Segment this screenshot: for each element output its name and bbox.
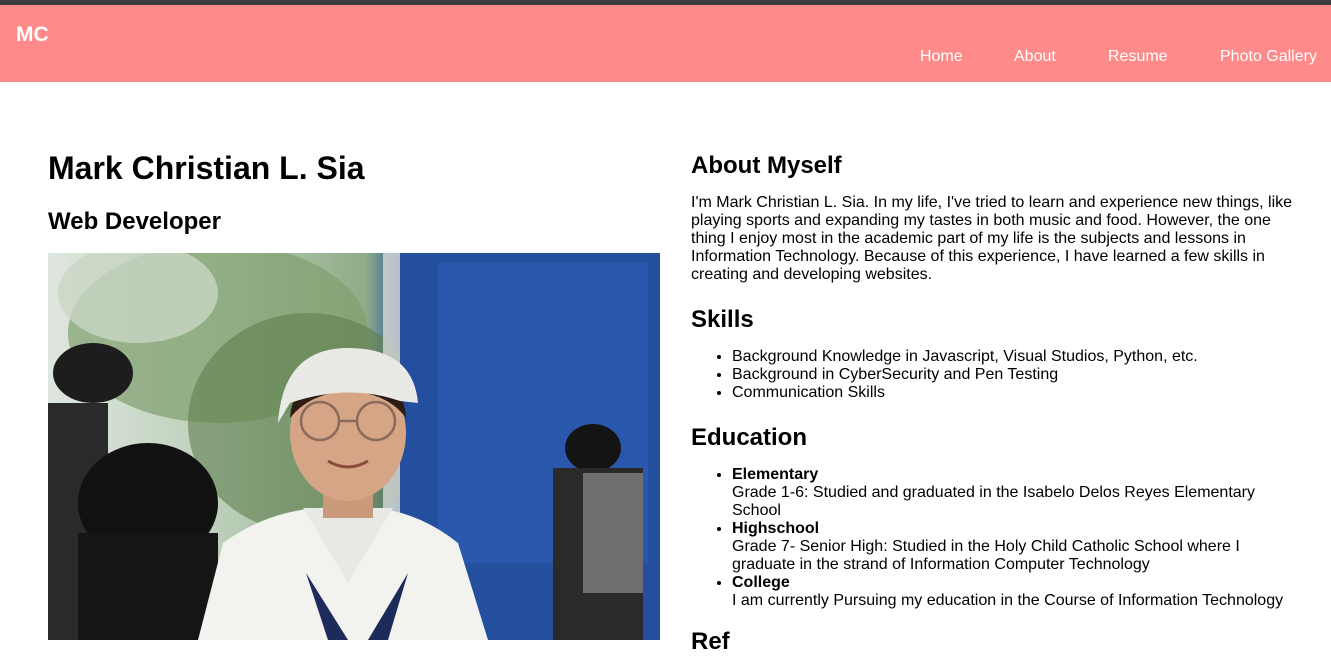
education-item: College I am currently Pursuing my educa… (732, 574, 1301, 610)
education-level: College (732, 574, 790, 591)
education-detail: I am currently Pursuing my education in … (732, 592, 1284, 609)
skill-item: Communication Skills (732, 384, 1198, 402)
profile-name: Mark Christian L. Sia (48, 150, 365, 186)
navbar: MC Home About Resume Photo Gallery (0, 5, 1331, 82)
education-list: Elementary Grade 1-6: Studied and gradua… (691, 466, 1301, 610)
nav-link-home[interactable]: Home (920, 48, 963, 66)
skill-item: Background in CyberSecurity and Pen Test… (732, 366, 1198, 384)
skills-title: Skills (691, 306, 754, 333)
education-detail: Grade 1-6: Studied and graduated in the … (732, 484, 1255, 519)
site-logo[interactable]: MC (16, 23, 49, 47)
education-item: Elementary Grade 1-6: Studied and gradua… (732, 466, 1301, 520)
next-section-title: Ref (691, 628, 730, 655)
education-detail: Grade 7- Senior High: Studied in the Hol… (732, 538, 1240, 573)
skills-list: Background Knowledge in Javascript, Visu… (691, 348, 1198, 402)
education-level: Elementary (732, 466, 819, 483)
education-title: Education (691, 424, 808, 451)
about-text: I'm Mark Christian L. Sia. In my life, I… (691, 194, 1293, 283)
skill-item: Background Knowledge in Javascript, Visu… (732, 348, 1198, 366)
about-title: About Myself (691, 152, 842, 179)
education-item: Highschool Grade 7- Senior High: Studied… (732, 520, 1301, 574)
nav-link-photo-gallery[interactable]: Photo Gallery (1220, 48, 1317, 66)
nav-link-resume[interactable]: Resume (1108, 48, 1168, 66)
nav-link-about[interactable]: About (1014, 48, 1056, 66)
profile-photo (48, 253, 660, 640)
portrait-photo-icon (48, 253, 660, 640)
education-level: Highschool (732, 520, 820, 537)
profile-role: Web Developer (48, 208, 221, 235)
